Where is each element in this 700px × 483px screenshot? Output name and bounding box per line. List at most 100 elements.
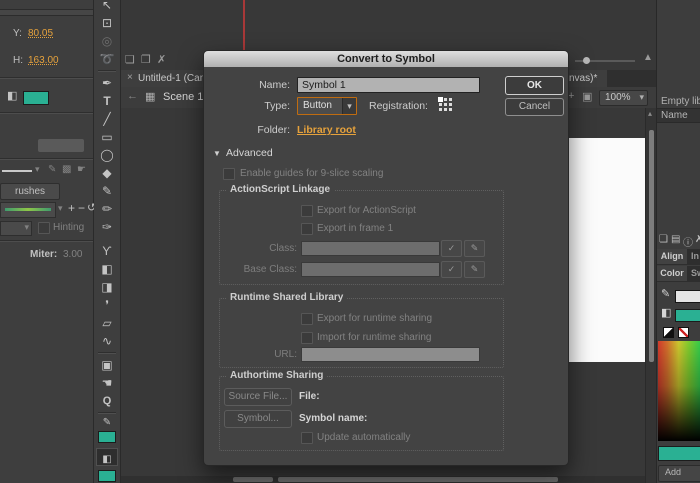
advanced-disclosure-icon[interactable]: ▼ — [213, 149, 221, 158]
miter-value[interactable]: 3.00 — [63, 249, 82, 260]
lasso-tool[interactable]: ➰ — [94, 50, 120, 68]
color-preview-swatch[interactable] — [658, 446, 700, 461]
stroke-color-pencil-icon[interactable]: ✎ — [103, 416, 111, 429]
nine-slice-checkbox[interactable] — [223, 168, 235, 180]
stroke-color-swatch[interactable] — [98, 431, 116, 443]
remove-brush-icon[interactable]: − — [78, 201, 85, 215]
tab-align[interactable]: Align — [657, 249, 687, 264]
add-brush-icon[interactable]: + — [68, 201, 75, 215]
horizontal-scrollbar[interactable] — [121, 476, 645, 483]
timeline-zoom-slider-thumb[interactable] — [583, 57, 590, 64]
vertical-scrollbar-thumb[interactable] — [649, 130, 654, 362]
source-file-button[interactable]: Source File... — [224, 388, 292, 406]
document-tab-fragment[interactable]: nvas)* — [565, 70, 607, 87]
center-frame-icon[interactable]: ▣ — [582, 90, 592, 103]
ink-bottle-tool[interactable]: ◨ — [94, 278, 120, 296]
type-dropdown[interactable]: Button ▾ — [297, 97, 357, 115]
dialog-title-bar[interactable]: Convert to Symbol — [204, 51, 568, 67]
delete-layer-icon[interactable]: ✗ — [157, 53, 166, 66]
playhead[interactable] — [243, 0, 245, 50]
brush-dropdown-icon[interactable]: ▾ — [58, 203, 63, 214]
h-value[interactable]: 163.00 — [28, 55, 59, 66]
pen-tool[interactable]: ✒ — [94, 74, 120, 92]
new-folder-icon[interactable]: ▤ — [671, 234, 680, 245]
tab-swatches[interactable]: Sw — [691, 268, 700, 278]
update-automatically-checkbox[interactable] — [301, 432, 313, 444]
close-tab-icon[interactable]: × — [127, 72, 133, 83]
export-runtime-sharing-checkbox[interactable] — [301, 313, 313, 325]
hand-tool[interactable]: ☚ — [94, 374, 120, 392]
scroll-up-icon[interactable]: ▴ — [648, 109, 652, 118]
url-input[interactable] — [301, 347, 480, 362]
ok-button[interactable]: OK — [505, 76, 564, 95]
line-tool[interactable]: ╱ — [94, 110, 120, 128]
edit-base-class-button[interactable]: ✎ — [464, 261, 485, 278]
free-transform-tool[interactable]: ⊡ — [94, 14, 120, 32]
3d-rotation-tool[interactable]: ◎ — [94, 32, 120, 50]
tab-info[interactable]: In — [691, 251, 699, 261]
cap-style-dropdown[interactable]: ▾ — [0, 221, 32, 236]
tab-color[interactable]: Color — [657, 266, 687, 281]
oval-tool[interactable]: ◯ — [94, 146, 120, 164]
stroke-color-pencil-icon[interactable]: ✎ — [661, 287, 670, 300]
class-input[interactable] — [301, 241, 440, 256]
color-spectrum[interactable] — [658, 341, 700, 441]
fill-color-well[interactable] — [675, 309, 700, 322]
scene-label[interactable]: Scene 1 — [163, 91, 203, 103]
hinting-checkbox[interactable] — [38, 222, 50, 234]
y-value[interactable]: 80.05 — [28, 28, 53, 39]
validate-base-class-button[interactable]: ✓ — [441, 261, 462, 278]
width-tool[interactable]: ∿ — [94, 332, 120, 350]
brush-preview-well[interactable] — [0, 202, 56, 218]
export-for-actionscript-checkbox[interactable] — [301, 205, 313, 217]
export-in-frame-checkbox[interactable] — [301, 223, 313, 235]
new-layer-icon[interactable]: ❏ — [125, 53, 135, 66]
paint-bucket-tool[interactable]: ◧ — [94, 260, 120, 278]
folder-link[interactable]: Library root — [297, 124, 356, 136]
symbol-button[interactable]: Symbol... — [224, 410, 292, 428]
stroke-edit-icon[interactable]: ✎ — [48, 164, 56, 175]
add-to-swatches-button[interactable]: Add — [658, 465, 700, 482]
classic-brush-tool[interactable]: ✑ — [94, 218, 120, 236]
object-drawing-icon[interactable]: ▩ — [62, 164, 71, 175]
no-color-icon[interactable] — [678, 327, 689, 338]
advanced-label[interactable]: Advanced — [226, 147, 273, 159]
new-symbol-icon[interactable]: ❏ — [659, 234, 668, 245]
fill-color-swatch[interactable] — [23, 91, 49, 105]
camera-tool[interactable]: ▣ — [94, 356, 120, 374]
stroke-style-preview[interactable] — [2, 170, 32, 172]
stroke-color-well[interactable] — [675, 290, 700, 303]
text-tool[interactable]: T — [94, 92, 120, 110]
zoom-tool[interactable]: Q — [94, 392, 120, 410]
brushes-button[interactable]: rushes — [0, 183, 60, 200]
edit-class-button[interactable]: ✎ — [464, 240, 485, 257]
snap-icon[interactable]: ☛ — [77, 164, 86, 175]
polystar-tool[interactable]: ◆ — [94, 164, 120, 182]
zoom-dropdown[interactable]: 100% ▾ — [599, 90, 648, 106]
delete-icon[interactable]: ✗ — [695, 234, 700, 245]
properties-icon[interactable]: ⓘ — [683, 234, 693, 249]
horizontal-scrollbar-thumb[interactable] — [278, 477, 558, 482]
library-name-header[interactable]: Name — [657, 108, 700, 123]
stroke-style-dropdown-icon[interactable]: ▾ — [35, 164, 40, 175]
fill-color-swatch[interactable] — [98, 470, 116, 482]
bone-tool[interactable]: Ƴ — [94, 242, 120, 260]
pencil-tool[interactable]: ✎ — [94, 182, 120, 200]
import-runtime-sharing-checkbox[interactable] — [301, 332, 313, 344]
new-folder-icon[interactable]: ❐ — [141, 53, 151, 66]
name-input[interactable]: Symbol 1 — [297, 77, 480, 93]
black-white-icon[interactable] — [663, 327, 674, 338]
fill-bucket-icon[interactable]: ◧ — [661, 306, 671, 319]
base-class-input[interactable] — [301, 262, 440, 277]
back-icon[interactable]: ← — [127, 90, 138, 102]
paint-brush-tool[interactable]: ✏ — [94, 200, 120, 218]
eraser-tool[interactable]: ▱ — [94, 314, 120, 332]
registration-grid[interactable] — [438, 97, 453, 112]
eyedropper-tool[interactable]: ❜ — [94, 296, 120, 314]
cancel-button[interactable]: Cancel — [505, 98, 564, 116]
selection-tool[interactable]: ↖ — [94, 0, 120, 14]
horizontal-scrollbar-piece[interactable] — [233, 477, 273, 482]
validate-class-button[interactable]: ✓ — [441, 240, 462, 257]
rectangle-tool[interactable]: ▭ — [94, 128, 120, 146]
fill-color-tool[interactable]: ◧ — [96, 448, 118, 466]
